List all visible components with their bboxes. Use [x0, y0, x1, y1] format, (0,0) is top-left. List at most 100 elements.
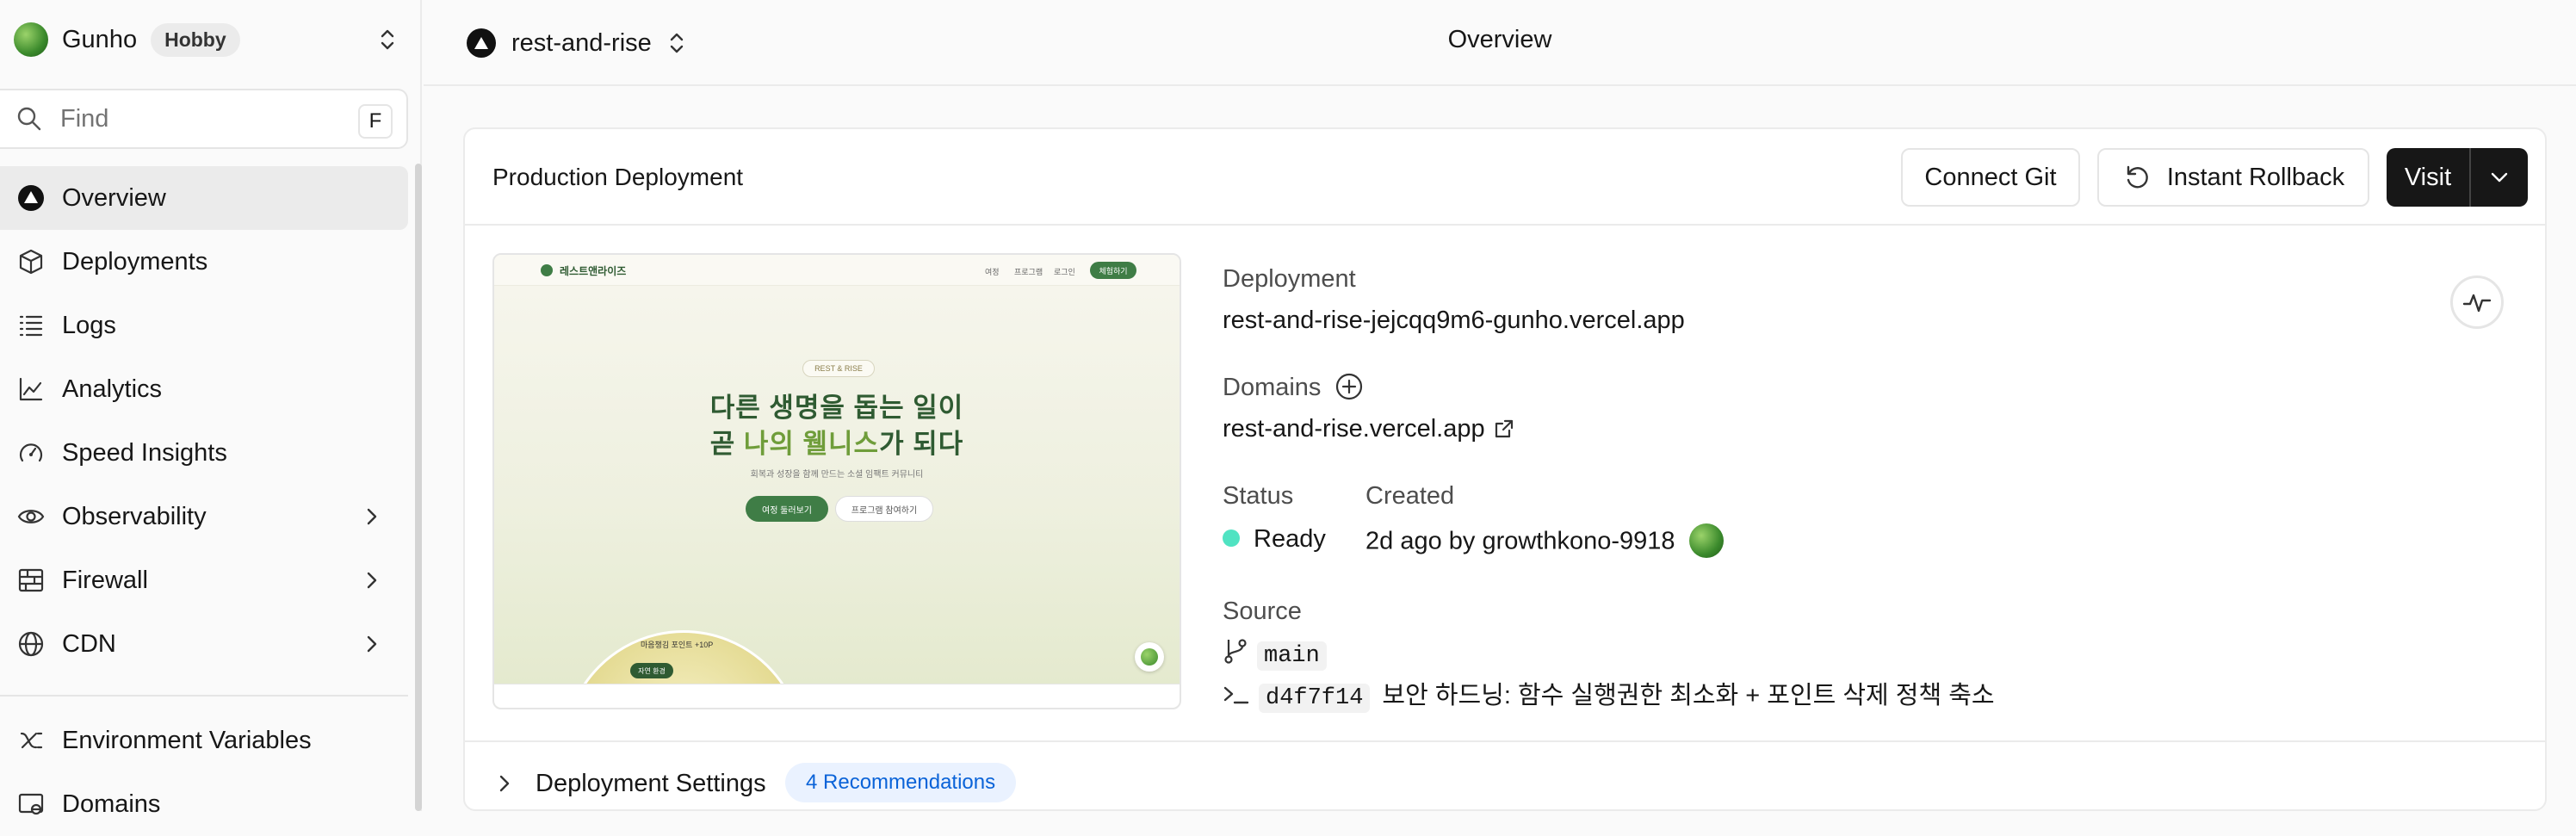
preview-headline-2-post: 가 되다	[879, 429, 964, 459]
preview-primary-button: 여정 둘러보기	[746, 496, 828, 522]
domains-label: Domains	[1223, 374, 1322, 401]
sidebar-item-deployments[interactable]: Deployments	[0, 230, 408, 294]
sidebar-item-observability[interactable]: Observability	[0, 485, 408, 548]
sidebar-nav: Overview Deployments Logs Analytics Spee…	[0, 166, 408, 836]
commit-hash: d4f7f14	[1259, 684, 1371, 713]
sidebar-item-label: Overview	[62, 183, 166, 212]
add-domain-icon[interactable]	[1334, 372, 1364, 401]
sidebar-scrollbar[interactable]	[415, 164, 422, 811]
sidebar-item-label: Environment Variables	[62, 726, 312, 754]
sidebar-item-label: Logs	[62, 311, 116, 339]
sidebar-item-label: Speed Insights	[62, 438, 227, 467]
project-switcher[interactable]: rest-and-rise	[467, 24, 686, 62]
chevron-right-icon	[367, 508, 377, 525]
sidebar-divider	[0, 695, 408, 697]
status-value: Ready	[1223, 525, 1326, 554]
created-text: 2d ago by growthkono-9918	[1365, 527, 1675, 555]
sidebar-item-label: Analytics	[62, 375, 163, 403]
preview-nav-link: 로그인	[1054, 268, 1075, 276]
eye-icon	[15, 501, 46, 532]
team-avatar	[14, 22, 48, 57]
instant-rollback-button[interactable]: Instant Rollback	[2097, 148, 2369, 207]
terminal-prompt-icon	[1223, 686, 1249, 704]
status-text: Ready	[1254, 525, 1326, 553]
deployment-label: Deployment	[1223, 265, 1356, 293]
gauge-icon	[15, 437, 46, 468]
preview-headline-1: 다른 생명을 돕는 일이	[709, 393, 964, 423]
domain-link[interactable]: rest-and-rise.vercel.app	[1223, 415, 1514, 443]
domains-icon	[15, 789, 46, 820]
rollback-icon	[2127, 165, 2148, 189]
chevron-right-icon	[367, 572, 377, 589]
preview-logo-icon	[541, 264, 553, 276]
source-branch[interactable]: main	[1223, 637, 1327, 671]
find-input[interactable]	[60, 104, 353, 133]
list-icon	[15, 310, 46, 341]
line-chart-icon	[15, 374, 46, 405]
deployment-settings-row[interactable]: Deployment Settings 4 Recommendations	[465, 740, 2545, 809]
chevron-up-down-icon[interactable]	[377, 28, 398, 52]
chevron-up-down-icon[interactable]	[667, 31, 686, 55]
deployment-preview[interactable]: 레스트앤라이즈 여정 프로그램 로그인 체험하기 REST & RISE 다른 …	[492, 253, 1181, 709]
visit-dropdown-button[interactable]	[2471, 148, 2528, 207]
preview-illustration-label: 마음챙김 포인트 +10P	[641, 641, 714, 649]
status-label: Status	[1223, 482, 1294, 510]
sidebar-item-cdn[interactable]: CDN	[0, 612, 408, 676]
sidebar-item-analytics[interactable]: Analytics	[0, 357, 408, 421]
recommendations-badge[interactable]: 4 Recommendations	[785, 763, 1017, 802]
preview-secondary-button: 프로그램 참여하기	[835, 496, 933, 522]
preview-headline-2: 곧 나의 웰니스가 되다	[494, 422, 1180, 461]
visit-split-button: Visit	[2387, 148, 2528, 207]
find-field[interactable]: F	[0, 89, 408, 149]
sidebar-item-label: Domains	[62, 790, 161, 818]
sidebar-item-environment-variables[interactable]: Environment Variables	[0, 709, 408, 772]
source-commit[interactable]: d4f7f14 보안 하드닝: 함수 실행권한 최소화 + 포인트 삭제 정책 축…	[1223, 675, 1995, 713]
cube-icon	[15, 246, 46, 277]
chevron-right-icon	[367, 635, 377, 653]
preview-illustration-pill: 자연 환경	[630, 663, 673, 678]
find-shortcut-key: F	[358, 104, 393, 139]
preview-headline-2-highlight: 나의 웰니스	[743, 429, 880, 459]
status-dot	[1223, 529, 1240, 548]
team-switcher[interactable]: Gunho Hobby	[14, 19, 408, 60]
plan-badge: Hobby	[151, 22, 240, 57]
activity-button[interactable]	[2450, 276, 2504, 329]
branch-name: main	[1257, 641, 1327, 671]
chevron-down-icon	[2491, 172, 2508, 183]
card-header: Production Deployment Connect Git Instan…	[465, 129, 2545, 226]
sidebar-item-domains[interactable]: Domains	[0, 772, 408, 836]
creator-avatar[interactable]	[1688, 523, 1724, 558]
team-name: Gunho	[62, 25, 138, 53]
firewall-icon	[15, 565, 46, 596]
sidebar-item-firewall[interactable]: Firewall	[0, 548, 408, 612]
created-value: 2d ago by growthkono-9918	[1365, 523, 1724, 560]
project-name: rest-and-rise	[511, 28, 652, 57]
preview-brand: 레스트앤라이즈	[560, 265, 627, 277]
sidebar-item-overview[interactable]: Overview	[0, 166, 408, 230]
sidebar-item-label: Deployments	[62, 247, 208, 276]
instant-rollback-label: Instant Rollback	[2166, 163, 2345, 191]
sidebar-item-logs[interactable]: Logs	[0, 294, 408, 357]
variable-icon	[15, 725, 46, 756]
vercel-triangle-icon	[15, 183, 46, 214]
activity-pulse-icon	[2462, 294, 2492, 313]
sidebar: Gunho Hobby F Overview Deployments Logs …	[0, 0, 422, 818]
commit-message: 보안 하드닝: 함수 실행권한 최소화 + 포인트 삭제 정책 축소	[1382, 682, 1995, 709]
vercel-triangle-icon	[467, 28, 496, 58]
preview-headline-2-pre: 곧	[709, 429, 744, 459]
git-branch-icon	[1224, 639, 1247, 664]
sidebar-item-speed-insights[interactable]: Speed Insights	[0, 421, 408, 485]
globe-icon	[15, 629, 46, 660]
sidebar-item-label: CDN	[62, 629, 116, 658]
deployment-url-link[interactable]: rest-and-rise-jejcqq9m6-gunho.vercel.app	[1223, 307, 1685, 335]
production-deployment-card: Production Deployment Connect Git Instan…	[463, 127, 2547, 811]
preview-nav-link: 여정	[985, 268, 1000, 276]
preview-floating-button	[1135, 642, 1164, 672]
visit-button[interactable]: Visit	[2387, 148, 2471, 207]
top-bar: Overview rest-and-rise	[424, 0, 2576, 86]
domain-text: rest-and-rise.vercel.app	[1223, 415, 1485, 443]
search-icon	[17, 107, 41, 131]
connect-git-button[interactable]: Connect Git	[1901, 148, 2080, 207]
preview-nav-link: 프로그램	[1014, 268, 1043, 276]
external-link-icon	[1495, 419, 1513, 438]
